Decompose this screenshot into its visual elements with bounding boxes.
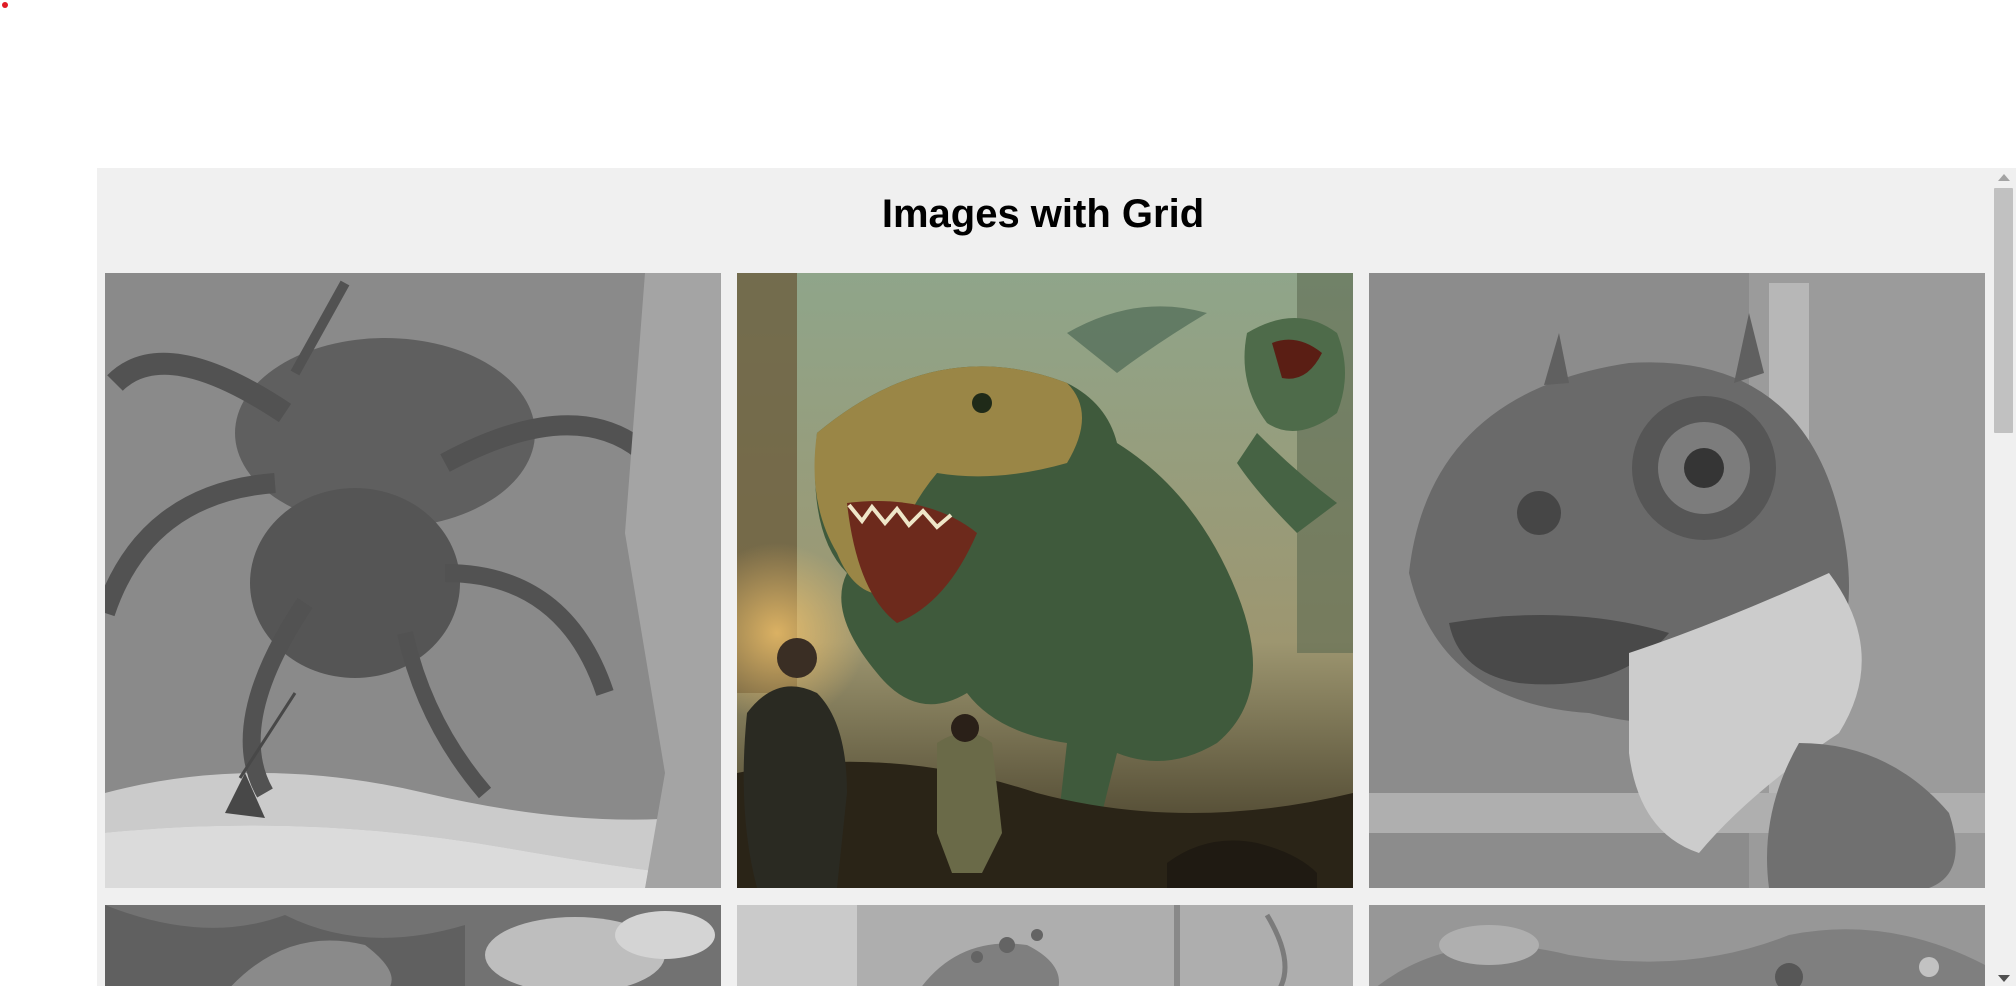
chameleon-portrait-image	[1369, 273, 1985, 888]
grid-image-chameleon[interactable]	[1369, 273, 1985, 888]
plant-creature-image	[737, 905, 1353, 986]
grid-page-frame: Images with Grid	[97, 168, 2016, 986]
scroll-up-arrow-icon[interactable]	[1998, 174, 2010, 181]
jungle-foliage-image	[105, 905, 721, 986]
grid-image-plant-creature[interactable]	[737, 905, 1353, 986]
grid-image-spider[interactable]	[105, 273, 721, 888]
grid-image-jungle[interactable]	[105, 905, 721, 986]
grid-image-dinosaur[interactable]	[737, 273, 1353, 888]
spider-monster-image	[105, 273, 721, 888]
grid-image-mushroom[interactable]	[1369, 905, 1985, 986]
scroll-down-arrow-icon[interactable]	[1998, 975, 2010, 982]
mushroom-garden-image	[1369, 905, 1985, 986]
dinosaur-attack-image	[737, 273, 1353, 888]
scrollbar-thumb[interactable]	[1994, 188, 2013, 433]
vertical-scrollbar[interactable]	[1991, 168, 2016, 986]
page-title: Images with Grid	[881, 192, 1205, 236]
recording-indicator-dot	[2, 2, 8, 8]
